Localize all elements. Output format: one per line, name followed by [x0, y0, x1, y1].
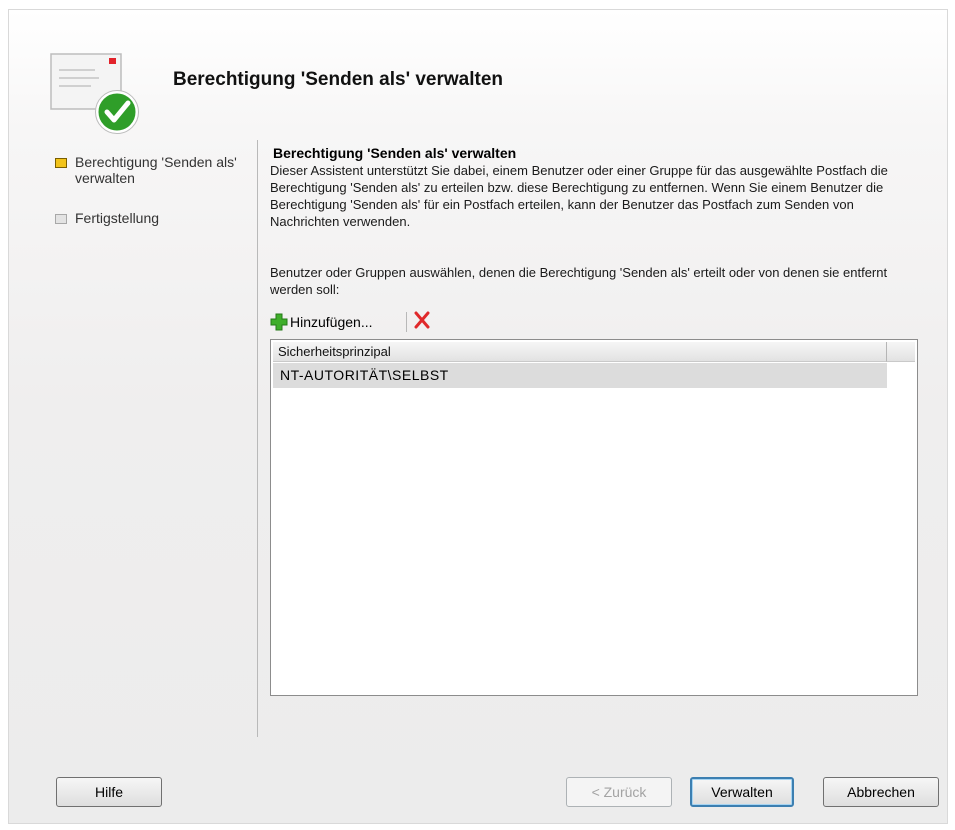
help-button[interactable]: Hilfe [56, 777, 162, 807]
column-header-principal[interactable]: Sicherheitsprinzipal [273, 342, 887, 362]
nav-divider [257, 140, 258, 737]
nav-item-label: Fertigstellung [75, 210, 160, 226]
add-button-label: Hinzufügen... [290, 314, 373, 330]
toolbar-separator [406, 312, 407, 332]
section-title: Berechtigung 'Senden als' verwalten [273, 145, 517, 161]
manage-button[interactable]: Verwalten [690, 777, 794, 807]
list-item[interactable]: NT-AUTORITÄT\SELBST [273, 363, 887, 388]
add-button[interactable]: Hinzufügen... [268, 309, 405, 335]
delete-x-icon[interactable] [412, 310, 432, 330]
nav-item-label: Berechtigung 'Senden als' verwalten [75, 154, 237, 186]
page-title: Berechtigung 'Senden als' verwalten [173, 69, 504, 90]
cancel-button[interactable]: Abbrechen [823, 777, 939, 807]
principal-list[interactable]: Sicherheitsprinzipal NT-AUTORITÄT\SELBST [270, 339, 918, 696]
column-header-filler [887, 342, 915, 362]
section-description: Dieser Assistent unterstützt Sie dabei, … [270, 163, 888, 229]
step-inactive-icon [55, 214, 67, 224]
step-active-icon [55, 158, 67, 168]
back-button[interactable]: < Zurück [566, 777, 672, 807]
instruction-text: Benutzer oder Gruppen auswählen, denen d… [270, 265, 888, 297]
plus-icon [270, 313, 288, 331]
envelope-checkmark-icon [50, 53, 139, 134]
